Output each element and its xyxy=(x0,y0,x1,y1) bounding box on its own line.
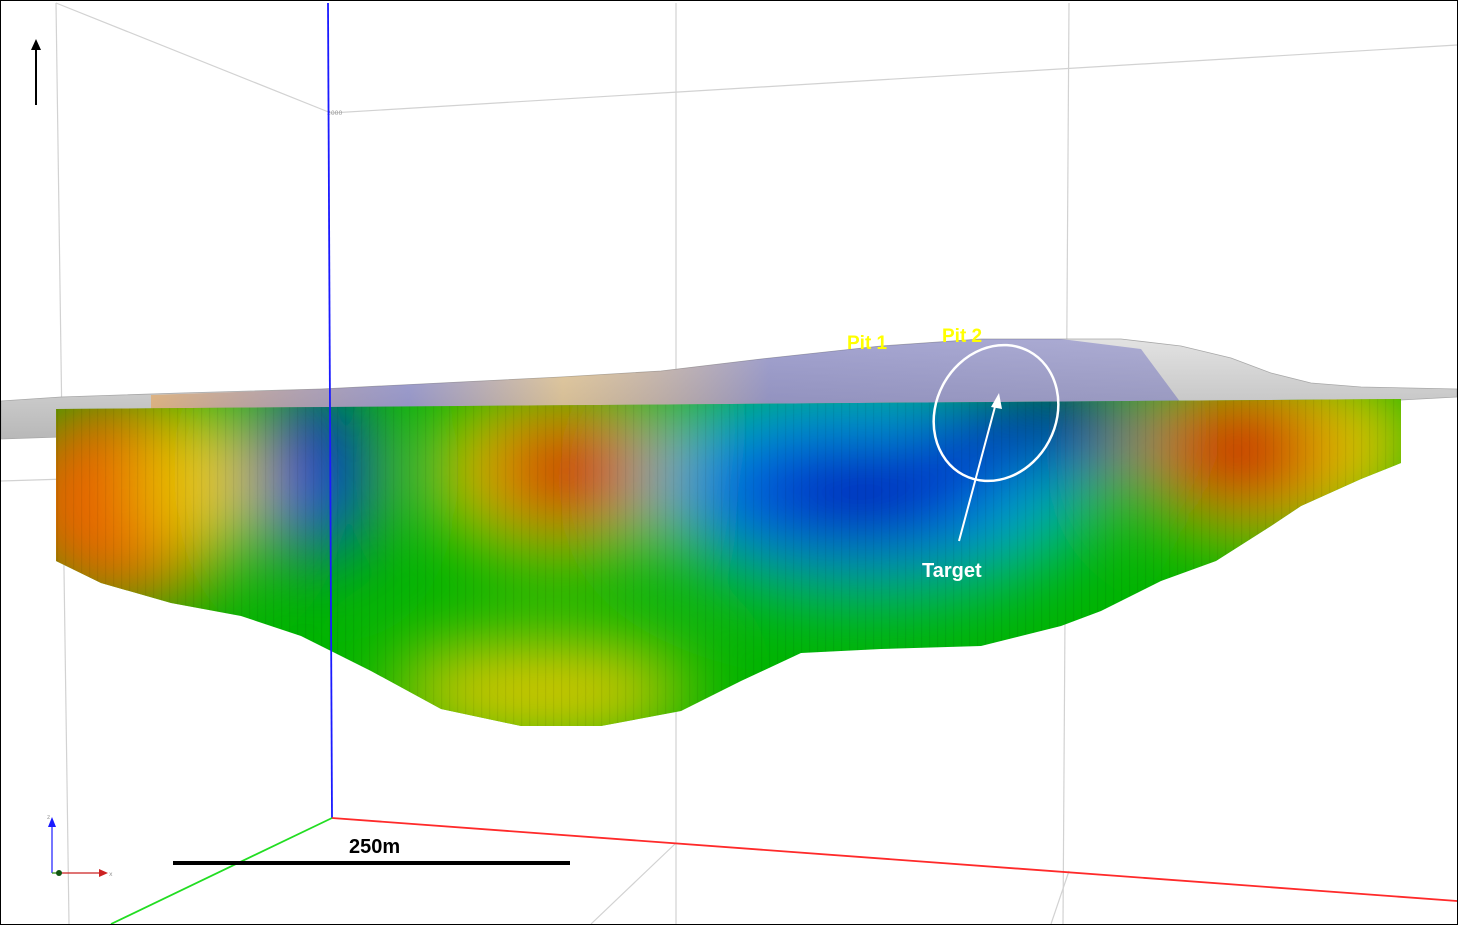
scene-canvas[interactable]: 2000 Pit 1 Pit 2 Target 250m z x xyxy=(1,1,1457,924)
axis-triad: z x xyxy=(47,814,113,878)
pit-2-label: Pit 2 xyxy=(942,326,982,347)
pit-1-label: Pit 1 xyxy=(847,333,888,354)
3d-viewport[interactable]: 2000 Pit 1 Pit 2 Target 250m z x xyxy=(0,0,1458,925)
scale-bar: 250m xyxy=(173,836,570,865)
triad-z-label: z xyxy=(47,814,50,821)
resistivity-model xyxy=(56,399,1401,726)
triad-x-label: x xyxy=(109,871,113,878)
target-label: Target xyxy=(922,560,982,582)
up-arrow-icon xyxy=(31,39,41,105)
scale-bar-label: 250m xyxy=(349,836,400,858)
